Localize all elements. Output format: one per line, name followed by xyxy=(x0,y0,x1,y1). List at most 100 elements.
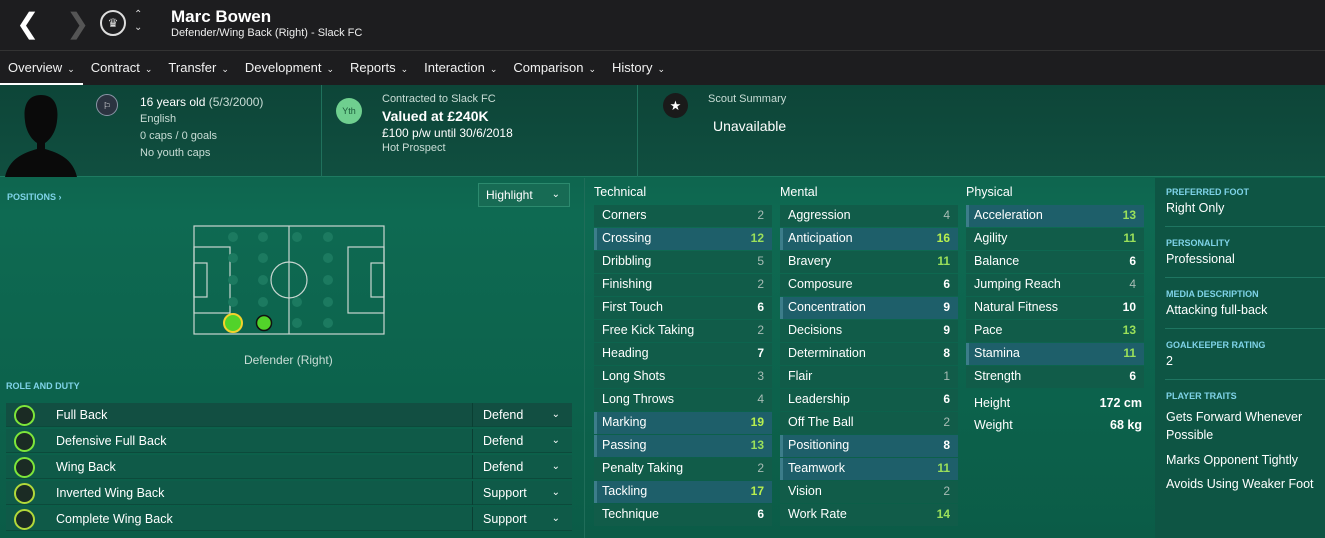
attribute-row[interactable]: Decisions 9 xyxy=(780,320,958,342)
pitch-position-dots xyxy=(228,232,333,328)
attribute-row[interactable]: Determination 8 xyxy=(780,343,958,365)
forward-arrow-icon[interactable]: ❯ xyxy=(66,10,89,38)
personality-value[interactable]: Professional xyxy=(1166,250,1321,268)
attribute-row[interactable]: First Touch 6 xyxy=(594,297,772,319)
attribute-row[interactable]: Stamina 11 xyxy=(966,343,1144,365)
tab-interaction[interactable]: Interaction ⌄ xyxy=(416,51,505,86)
tab-contract[interactable]: Contract ⌄ xyxy=(83,51,161,86)
divider xyxy=(1165,379,1325,380)
attribute-row[interactable]: Crossing 12 xyxy=(594,228,772,250)
attribute-row[interactable]: Finishing 2 xyxy=(594,274,772,296)
positions-link[interactable]: POSITIONS › xyxy=(7,192,62,202)
key-attribute-marker xyxy=(780,435,783,457)
attribute-value: 17 xyxy=(750,484,764,498)
attribute-value: 12 xyxy=(750,231,764,245)
attribute-name: Teamwork xyxy=(788,461,845,475)
attribute-value: 14 xyxy=(936,507,950,521)
club-crest-icon[interactable]: ♛ xyxy=(100,10,126,36)
attribute-row[interactable]: Natural Fitness 10 xyxy=(966,297,1144,319)
role-row[interactable]: Full Back Defend ⌄ xyxy=(6,403,572,427)
role-row[interactable]: Inverted Wing Back Support ⌄ xyxy=(6,481,572,505)
nation-flag-icon[interactable]: ⚐ xyxy=(96,94,118,116)
attribute-value: 11 xyxy=(1123,231,1136,245)
goalkeeper-rating-label: GOALKEEPER RATING xyxy=(1166,340,1266,350)
attribute-row[interactable]: Technique 6 xyxy=(594,504,772,526)
attribute-row[interactable]: Vision 2 xyxy=(780,481,958,503)
player-switch-arrows-icon[interactable]: ⌃ ⌄ xyxy=(134,8,142,34)
player-position-club: Defender/Wing Back (Right) - Slack FC xyxy=(171,27,363,39)
attribute-row[interactable]: Corners 2 xyxy=(594,205,772,227)
attribute-row[interactable]: Passing 13 xyxy=(594,435,772,457)
attribute-row[interactable]: Balance 6 xyxy=(966,251,1144,273)
attribute-row[interactable]: Leadership 6 xyxy=(780,389,958,411)
key-attribute-marker xyxy=(780,228,783,250)
key-attribute-marker xyxy=(966,343,969,365)
attribute-row[interactable]: Off The Ball 2 xyxy=(780,412,958,434)
attribute-row[interactable]: Jumping Reach 4 xyxy=(966,274,1144,296)
attribute-value: 8 xyxy=(943,438,950,452)
nationality: English xyxy=(140,113,177,125)
attribute-row[interactable]: Teamwork 11 xyxy=(780,458,958,480)
tab-label: Reports xyxy=(350,60,396,75)
attribute-row[interactable]: Penalty Taking 2 xyxy=(594,458,772,480)
attribute-row[interactable]: Bravery 11 xyxy=(780,251,958,273)
duty-dropdown[interactable]: Defend ⌄ xyxy=(472,455,572,479)
attribute-value: 11 xyxy=(937,461,950,475)
highlight-dropdown[interactable]: Highlight ⌄ xyxy=(478,183,570,207)
attribute-value: 1 xyxy=(943,369,950,383)
tab-overview[interactable]: Overview ⌄ xyxy=(0,51,83,86)
attribute-row[interactable]: Anticipation 16 xyxy=(780,228,958,250)
role-row[interactable]: Wing Back Defend ⌄ xyxy=(6,455,572,479)
tab-history[interactable]: History ⌄ xyxy=(604,51,673,86)
attribute-name: Aggression xyxy=(788,208,851,222)
chevron-down-icon: ⌄ xyxy=(551,409,560,420)
attribute-row[interactable]: Positioning 8 xyxy=(780,435,958,457)
attribute-row[interactable]: Composure 6 xyxy=(780,274,958,296)
tab-comparison[interactable]: Comparison ⌄ xyxy=(505,51,604,86)
attribute-row[interactable]: Long Throws 4 xyxy=(594,389,772,411)
attribute-value: 19 xyxy=(750,415,764,429)
attribute-row[interactable]: Work Rate 14 xyxy=(780,504,958,526)
age-line: 16 years old (5/3/2000) xyxy=(140,95,263,109)
attribute-row[interactable]: Pace 13 xyxy=(966,320,1144,342)
duty-value: Defend xyxy=(483,408,524,422)
attribute-row[interactable]: Free Kick Taking 2 xyxy=(594,320,772,342)
tab-transfer[interactable]: Transfer ⌄ xyxy=(160,51,236,86)
duty-dropdown[interactable]: Defend ⌄ xyxy=(472,429,572,453)
attribute-row[interactable]: Heading 7 xyxy=(594,343,772,365)
divider xyxy=(1165,226,1325,227)
attribute-value: 3 xyxy=(757,369,764,383)
attribute-name: First Touch xyxy=(602,300,663,314)
attribute-row[interactable]: Tackling 17 xyxy=(594,481,772,503)
duty-value: Support xyxy=(483,486,527,500)
height-label: Height xyxy=(974,396,1011,410)
attribute-row[interactable]: Acceleration 13 xyxy=(966,205,1144,227)
scout-summary-value: Unavailable xyxy=(713,118,787,134)
key-attribute-marker xyxy=(594,481,597,503)
role-row[interactable]: Complete Wing Back Support ⌄ xyxy=(6,507,572,531)
chevron-down-icon: ⌄ xyxy=(551,189,560,200)
player-value: Valued at £240K xyxy=(382,108,489,124)
tab-development[interactable]: Development ⌄ xyxy=(237,51,342,86)
attribute-row[interactable]: Strength 6 xyxy=(966,366,1144,388)
duty-dropdown[interactable]: Support ⌄ xyxy=(472,507,572,531)
attribute-row[interactable]: Dribbling 5 xyxy=(594,251,772,273)
player-info-header: ⚐ 16 years old (5/3/2000) English 0 caps… xyxy=(0,85,1325,177)
position-dot xyxy=(258,297,268,307)
duty-dropdown[interactable]: Defend ⌄ xyxy=(472,403,572,427)
tab-reports[interactable]: Reports ⌄ xyxy=(342,51,416,86)
player-summary-panel: PREFERRED FOOT Right Only PERSONALITY Pr… xyxy=(1155,178,1325,538)
back-arrow-icon[interactable]: ❮ xyxy=(16,10,39,38)
duty-dropdown[interactable]: Support ⌄ xyxy=(472,481,572,505)
attribute-row[interactable]: Flair 1 xyxy=(780,366,958,388)
attribute-row[interactable]: Agility 11 xyxy=(966,228,1144,250)
attribute-row[interactable]: Concentration 9 xyxy=(780,297,958,319)
attribute-row[interactable]: Long Shots 3 xyxy=(594,366,772,388)
attribute-value: 4 xyxy=(1129,277,1136,291)
role-row[interactable]: Defensive Full Back Defend ⌄ xyxy=(6,429,572,453)
attribute-row[interactable]: Aggression 4 xyxy=(780,205,958,227)
attribute-value: 4 xyxy=(943,208,950,222)
attribute-row[interactable]: Marking 19 xyxy=(594,412,772,434)
attribute-value: 9 xyxy=(943,300,950,314)
attribute-value: 2 xyxy=(757,277,764,291)
